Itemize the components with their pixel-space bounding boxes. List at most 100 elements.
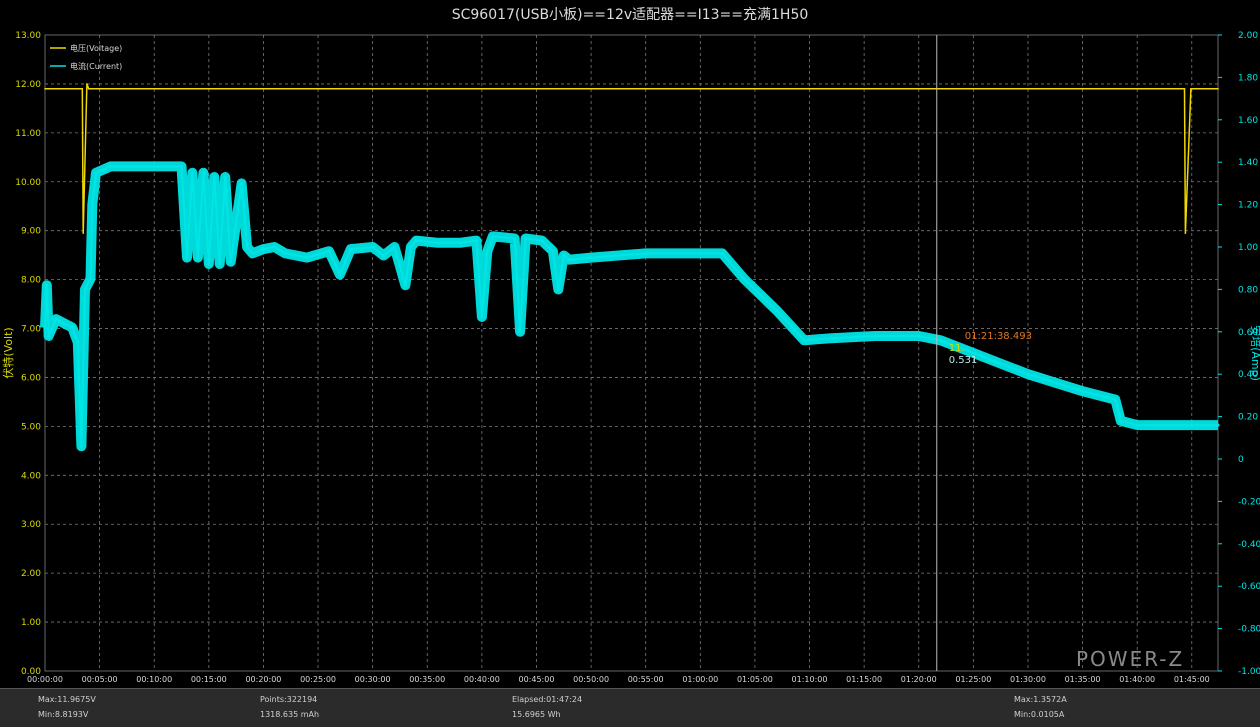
x-tick-label: 01:15:00 (846, 675, 882, 684)
current-point (1119, 419, 1123, 423)
x-tick-label: 01:00:00 (682, 675, 718, 684)
current-point (207, 262, 211, 266)
current-point (201, 171, 205, 175)
current-point (89, 277, 93, 281)
current-point (551, 249, 555, 253)
min-voltage: Min:8.8193V (38, 710, 89, 719)
current-point (47, 334, 51, 338)
x-tick-label: 00:50:00 (573, 675, 609, 684)
current-point (382, 253, 386, 257)
current-point (338, 273, 342, 277)
cursor-current-label: 0.531 (949, 355, 978, 366)
y-left-axis-title: 伏特(Volt) (1, 327, 15, 378)
current-point (79, 444, 83, 448)
current-point (409, 245, 413, 249)
x-tick-label: 00:15:00 (191, 675, 227, 684)
current-point (196, 256, 200, 260)
x-tick-label: 00:30:00 (355, 675, 391, 684)
current-point (83, 287, 87, 291)
x-tick-label: 01:35:00 (1065, 675, 1101, 684)
voltage-point (86, 83, 88, 85)
voltage-point (1190, 88, 1192, 90)
current-point (261, 247, 265, 251)
voltage-point (87, 88, 90, 90)
y-right-tick-label: 1.80 (1238, 73, 1258, 83)
current-point (403, 283, 407, 287)
current-point (180, 164, 184, 168)
y-right-tick-label: 2.00 (1238, 31, 1258, 41)
current-point (1026, 372, 1030, 376)
current-point (458, 241, 462, 245)
current-point (94, 171, 98, 175)
voltage-point (81, 88, 84, 90)
current-point (152, 164, 156, 168)
y-right-tick-label: 1.00 (1238, 243, 1258, 253)
x-tick-label: 00:40:00 (464, 675, 500, 684)
current-point (474, 239, 478, 243)
voltage-point (1136, 88, 1138, 90)
y-left-tick-label: 4.00 (21, 471, 41, 481)
current-point (540, 239, 544, 243)
x-tick-label: 00:45:00 (519, 675, 555, 684)
current-point (327, 249, 331, 253)
y-left-tick-label: 13.00 (15, 31, 41, 41)
current-point (873, 334, 877, 338)
elapsed-time: Elapsed:01:47:24 (512, 695, 583, 704)
current-point (720, 251, 724, 255)
y-left-tick-label: 1.00 (21, 618, 41, 628)
y-left-tick-label: 2.00 (21, 569, 41, 579)
voltage-point (1217, 88, 1219, 90)
x-tick-label: 01:25:00 (955, 675, 991, 684)
current-point (917, 334, 921, 338)
current-point (1081, 389, 1085, 393)
y-right-tick-label: -0.40 (1238, 540, 1260, 550)
current-point (802, 338, 806, 342)
current-point (562, 253, 566, 257)
y-left-tick-label: 9.00 (21, 227, 41, 237)
voltage-point (82, 232, 85, 234)
power-z-logo: POWER-Z (1076, 647, 1185, 671)
legend-label: 电流(Current) (70, 61, 122, 71)
current-point (524, 237, 528, 241)
y-right-tick-label: -0.80 (1238, 625, 1260, 635)
y-right-tick-label: 0.20 (1238, 413, 1258, 423)
x-tick-label: 00:25:00 (300, 675, 336, 684)
y-left-tick-label: 10.00 (15, 178, 41, 188)
y-right-tick-label: 1.20 (1238, 201, 1258, 211)
current-point (567, 258, 571, 262)
current-point (190, 171, 194, 175)
current-point (229, 260, 233, 264)
x-tick-label: 00:20:00 (245, 675, 281, 684)
min-current: Min:0.0105A (1014, 710, 1065, 719)
points-count: Points:322194 (260, 695, 318, 704)
capacity-mah: 1318.635 mAh (260, 710, 320, 719)
x-tick-label: 01:10:00 (792, 675, 828, 684)
plot-area (44, 34, 1219, 672)
x-tick-label: 00:05:00 (82, 675, 118, 684)
current-point (518, 330, 522, 334)
max-voltage: Max:11.9675V (38, 695, 96, 704)
chart-window: SC96017(USB小板)==12v适配器==I13==充满1H50 0.00… (0, 0, 1260, 727)
current-point (491, 234, 495, 238)
current-point (1216, 423, 1220, 427)
energy-wh: 15.6965 Wh (512, 710, 561, 719)
current-point (218, 262, 222, 266)
current-point (1135, 423, 1139, 427)
current-point (742, 277, 746, 281)
current-point (829, 336, 833, 340)
y-right-tick-label: -1.00 (1238, 667, 1260, 677)
current-point (109, 164, 113, 168)
current-point (272, 245, 276, 249)
current-point (485, 249, 489, 253)
current-point (240, 181, 244, 185)
y-left-tick-label: 11.00 (15, 129, 41, 139)
x-tick-label: 00:55:00 (628, 675, 664, 684)
current-point (70, 326, 74, 330)
current-point (45, 283, 49, 287)
current-point (245, 245, 249, 249)
y-right-tick-label: 1.60 (1238, 116, 1258, 126)
current-point (305, 256, 309, 260)
x-tick-label: 01:20:00 (901, 675, 937, 684)
x-tick-label: 00:00:00 (27, 675, 63, 684)
y-right-tick-label: -0.60 (1238, 582, 1260, 592)
